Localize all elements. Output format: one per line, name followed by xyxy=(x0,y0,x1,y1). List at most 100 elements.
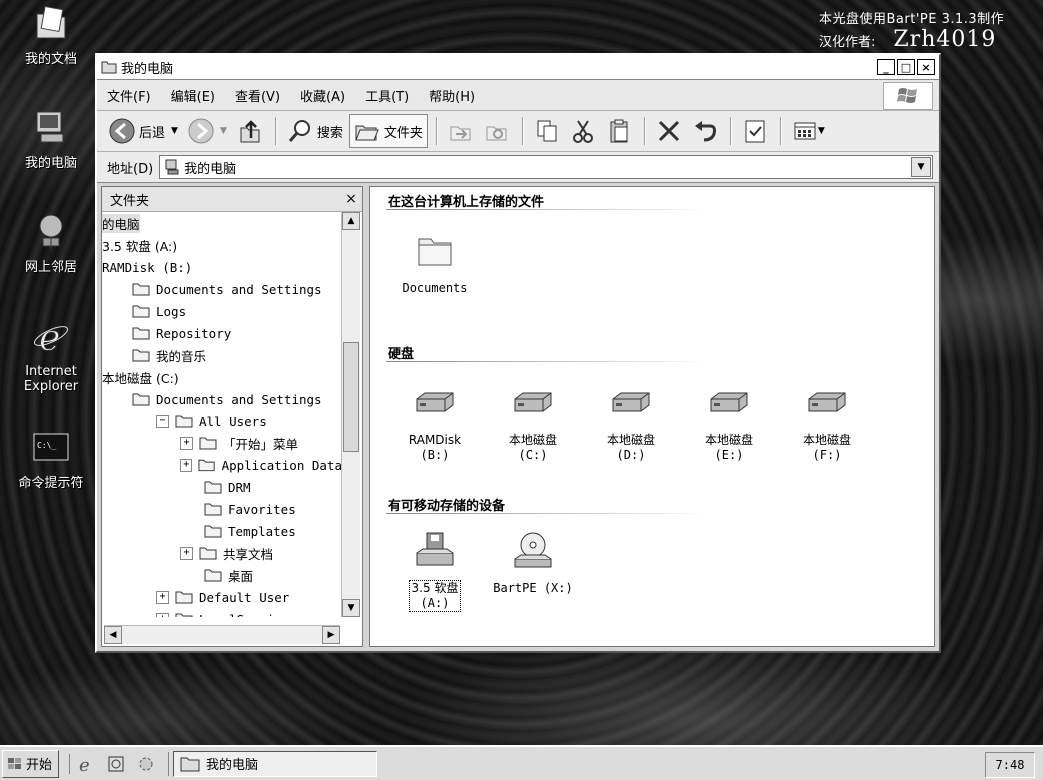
scroll-up-button[interactable]: ▲ xyxy=(342,212,360,230)
desktop-icon-cmd[interactable]: C:\_ 命令提示符 xyxy=(8,428,94,491)
tree-item-label: 桌面 xyxy=(228,568,254,584)
tree-item[interactable]: + LocalService xyxy=(102,608,342,617)
expand-icon[interactable]: + xyxy=(180,458,193,472)
tree-item[interactable]: 桌面 xyxy=(102,564,342,586)
tree-item[interactable]: − All Users xyxy=(102,410,342,432)
ie-icon: e xyxy=(33,318,69,360)
settings-icon[interactable] xyxy=(136,754,156,774)
windows-logo-icon xyxy=(883,82,933,110)
scroll-thumb[interactable] xyxy=(343,342,359,452)
desktop-icon-ie[interactable]: e Internet Explorer xyxy=(8,316,94,395)
tree-item[interactable]: Documents and Settings xyxy=(102,388,342,410)
menu-edit[interactable]: 编辑(E) xyxy=(171,86,215,105)
folders-button[interactable]: 文件夹 xyxy=(348,114,428,148)
back-button[interactable]: 后退 ▼ xyxy=(105,115,182,147)
undo-button[interactable] xyxy=(688,115,722,147)
removable-item-floppy[interactable]: 3.5 软盘 (A:) xyxy=(390,531,480,612)
folder-icon xyxy=(132,283,150,296)
chevron-down-icon[interactable]: ▼ xyxy=(220,126,227,136)
item-label-line1: 本地磁盘 xyxy=(508,433,557,447)
svg-text:e: e xyxy=(79,755,90,774)
explorer-window: 我的电脑 _ □ × 文件(F) 编辑(E) 查看(V) 收藏(A) 工具(T)… xyxy=(95,53,941,653)
menu-tools[interactable]: 工具(T) xyxy=(365,86,409,105)
vertical-scrollbar[interactable]: ▲ ▼ xyxy=(341,212,360,617)
search-button[interactable]: 搜索 xyxy=(283,115,347,147)
ie-icon[interactable]: e xyxy=(76,754,96,774)
chevron-down-icon[interactable]: ▼ xyxy=(818,126,825,136)
disk-item[interactable]: 本地磁盘 (F:) xyxy=(782,383,872,463)
tree-item[interactable]: + 共享文档 xyxy=(102,542,342,564)
disk-item[interactable]: 本地磁盘 (E:) xyxy=(684,383,774,463)
copy-button[interactable] xyxy=(530,115,564,147)
delete-button[interactable] xyxy=(652,115,686,147)
scroll-left-button[interactable]: ◀ xyxy=(104,626,122,644)
views-button[interactable]: ▼ xyxy=(788,115,829,147)
properties-button[interactable] xyxy=(738,115,772,147)
scroll-right-button[interactable]: ▶ xyxy=(322,626,340,644)
paste-button[interactable] xyxy=(602,115,636,147)
credit-label: 汉化作者: xyxy=(819,35,876,50)
address-dropdown-button[interactable]: ▼ xyxy=(911,157,931,177)
tree-item[interactable]: 本地磁盘 (C:) xyxy=(102,366,342,388)
tree-item[interactable]: Documents and Settings xyxy=(102,278,342,300)
menu-help[interactable]: 帮助(H) xyxy=(429,86,475,105)
desktop-icon-label: Internet Explorer xyxy=(23,364,79,394)
forward-button[interactable]: ▼ xyxy=(184,115,231,147)
forward-arrow-icon xyxy=(188,118,214,144)
expand-icon[interactable]: + xyxy=(156,612,169,617)
expand-icon[interactable]: + xyxy=(156,590,169,604)
chevron-down-icon[interactable]: ▼ xyxy=(171,126,178,136)
tree-item[interactable]: Repository xyxy=(102,322,342,344)
move-to-button[interactable] xyxy=(444,115,478,147)
folder-pane-close-button[interactable]: × xyxy=(340,191,362,207)
close-button[interactable]: × xyxy=(917,59,935,75)
cut-button[interactable] xyxy=(566,115,600,147)
quick-launch: e xyxy=(69,753,166,774)
tree-item[interactable]: Templates xyxy=(102,520,342,542)
removable-item-cd[interactable]: BartPE (X:) xyxy=(488,531,578,596)
up-button[interactable] xyxy=(233,115,267,147)
desktop-icon-my-documents[interactable]: 我的文档 xyxy=(8,4,94,67)
tree-item[interactable]: RAMDisk (B:) xyxy=(102,256,342,278)
item-label-line2: (E:) xyxy=(714,448,744,462)
tree-item[interactable]: 的电脑 xyxy=(102,212,342,234)
expand-icon[interactable]: + xyxy=(180,436,193,450)
minimize-button[interactable]: _ xyxy=(877,59,895,75)
tree-item[interactable]: Logs xyxy=(102,300,342,322)
taskbar-button-my-computer[interactable]: 我的电脑 xyxy=(173,750,378,777)
folder-icon xyxy=(132,327,150,340)
item-label: Documents xyxy=(402,281,468,295)
scroll-down-button[interactable]: ▼ xyxy=(342,599,360,617)
menu-file[interactable]: 文件(F) xyxy=(107,86,151,105)
menu-view[interactable]: 查看(V) xyxy=(235,86,280,105)
disk-item[interactable]: RAMDisk (B:) xyxy=(390,383,480,463)
disk-item[interactable]: 本地磁盘 (D:) xyxy=(586,383,676,463)
menu-favorites[interactable]: 收藏(A) xyxy=(300,86,345,105)
desktop-icon-my-computer[interactable]: 我的电脑 xyxy=(8,108,94,171)
item-label-line1: 3.5 软盘 xyxy=(411,581,459,595)
maximize-button[interactable]: □ xyxy=(897,59,915,75)
explorer-icon[interactable] xyxy=(106,754,126,774)
desktop-icon-label: 我的电脑 xyxy=(24,156,77,171)
expand-icon[interactable]: + xyxy=(180,546,193,560)
title-bar[interactable]: 我的电脑 _ □ × xyxy=(97,55,939,80)
horizontal-scrollbar[interactable]: ◀ ▶ xyxy=(104,625,340,644)
tree-item[interactable]: Favorites xyxy=(102,498,342,520)
folder-item-documents[interactable]: Documents xyxy=(390,231,480,296)
hard-disk-icon xyxy=(710,392,748,412)
disk-item[interactable]: 本地磁盘 (C:) xyxy=(488,383,578,463)
tree-item-label: All Users xyxy=(199,413,267,429)
address-field[interactable]: 我的电脑 ▼ xyxy=(159,155,933,179)
copy-to-button[interactable] xyxy=(480,115,514,147)
tree-item[interactable]: + Default User xyxy=(102,586,342,608)
tree-item[interactable]: + 「开始」菜单 xyxy=(102,432,342,454)
start-button[interactable]: 开始 xyxy=(2,749,60,778)
desktop-icon-network[interactable]: 网上邻居 xyxy=(8,212,94,275)
tree-item[interactable]: 我的音乐 xyxy=(102,344,342,366)
collapse-icon[interactable]: − xyxy=(156,414,169,428)
tree-item-label: Application Data xyxy=(221,457,342,473)
tree-item[interactable]: + Application Data xyxy=(102,454,342,476)
tree-item[interactable]: 3.5 软盘 (A:) xyxy=(102,234,342,256)
tree-item[interactable]: DRM xyxy=(102,476,342,498)
content-area: 文件夹 × 的电脑 3.5 软盘 (A:) RAMDisk (B:) Document… xyxy=(101,186,935,647)
